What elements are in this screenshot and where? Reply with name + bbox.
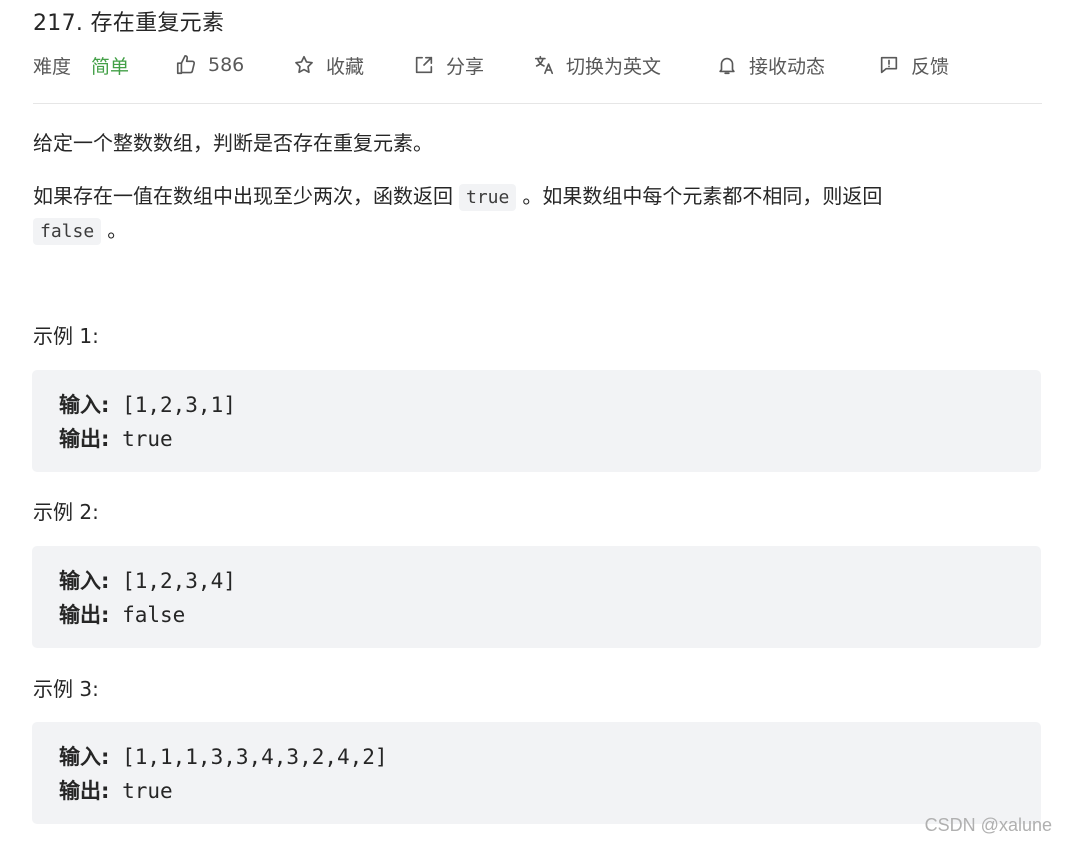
example-block: 输入: [1,2,3,4] 输出: false: [32, 546, 1041, 648]
output-value: false: [122, 603, 186, 627]
input-label: 输入:: [59, 745, 110, 769]
feedback-label: 反馈: [911, 55, 950, 78]
feedback-button[interactable]: 反馈: [878, 50, 949, 80]
feedback-icon: [880, 56, 898, 74]
example-block: 输入: [1,2,3,1] 输出: true: [32, 370, 1041, 472]
like-count: 586: [208, 54, 245, 76]
output-value: true: [122, 779, 173, 803]
subscribe-label: 接收动态: [749, 55, 826, 78]
difficulty-label: 难度: [33, 55, 72, 78]
problem-title: 217. 存在重复元素: [33, 11, 225, 36]
share-icon: [415, 56, 433, 74]
header-divider: [33, 103, 1042, 104]
input-value: [1,2,3,1]: [122, 393, 236, 417]
inline-code-false: false: [33, 218, 102, 245]
difficulty-badge: 简单: [91, 55, 130, 78]
output-label: 输出:: [59, 603, 110, 627]
description-text: 如果存在一值在数组中出现至少两次，函数返回: [33, 184, 453, 208]
example-title: 示例 1:: [33, 324, 99, 348]
description-paragraph-2: 如果存在一值在数组中出现至少两次，函数返回 true 。如果数组中每个元素都不相同，…: [33, 180, 1033, 248]
description-text: 。如果数组中每个元素都不相同，则返回: [522, 184, 883, 208]
example-title: 示例 3:: [33, 677, 99, 701]
input-value: [1,2,3,4]: [122, 569, 236, 593]
switch-language-label: 切换为英文: [566, 55, 662, 78]
description-text: 。: [107, 218, 128, 242]
output-label: 输出:: [59, 779, 110, 803]
input-value: [1,1,1,3,3,4,3,2,4,2]: [122, 745, 388, 769]
output-label: 输出:: [59, 427, 110, 451]
output-value: true: [122, 427, 173, 451]
example-block: 输入: [1,1,1,3,3,4,3,2,4,2] 输出: true: [32, 722, 1041, 824]
translate-icon: [534, 55, 554, 75]
star-icon: [295, 55, 313, 74]
subscribe-button[interactable]: 接收动态: [716, 50, 825, 80]
description-paragraph-1: 给定一个整数数组，判断是否存在重复元素。: [33, 131, 433, 155]
share-button[interactable]: 分享: [413, 50, 484, 80]
bell-icon: [719, 57, 735, 75]
inline-code-true: true: [459, 184, 517, 211]
switch-language-button[interactable]: 切换为英文: [533, 50, 661, 80]
favorite-button[interactable]: 收藏: [293, 50, 364, 80]
watermark: CSDN @xalune: [924, 815, 1052, 835]
example-title: 示例 2:: [33, 500, 99, 524]
share-label: 分享: [446, 55, 485, 78]
favorite-label: 收藏: [326, 55, 365, 78]
input-label: 输入:: [59, 393, 110, 417]
input-label: 输入:: [59, 569, 110, 593]
thumbs-up-icon: [176, 55, 196, 75]
like-button[interactable]: 586: [175, 50, 244, 80]
